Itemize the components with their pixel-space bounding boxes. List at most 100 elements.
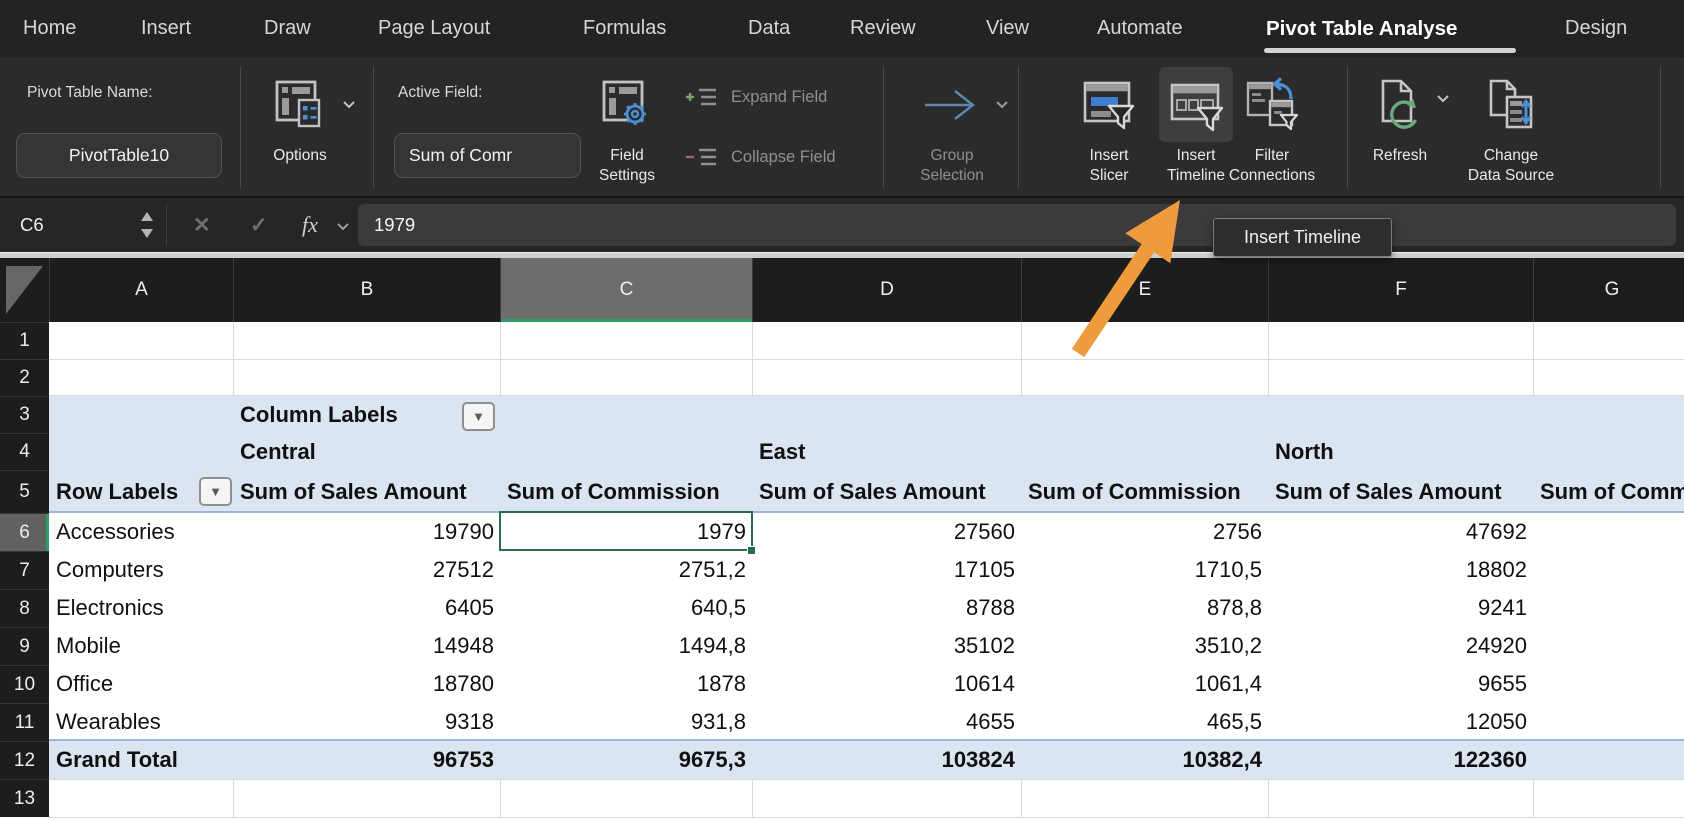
cell-F6[interactable]: 47692 [1268,513,1533,551]
cell-F4[interactable]: North [1268,433,1533,470]
active-field-box[interactable]: Sum of Comr [394,133,581,178]
cell-A9[interactable]: Mobile [49,627,233,665]
tab-review[interactable]: Review [850,0,916,57]
pivot-table-name-input[interactable]: PivotTable10 [16,133,222,178]
row-header-10[interactable]: 10 [0,665,49,703]
cell-B11[interactable]: 9318 [233,703,500,741]
cell-D8[interactable]: 8788 [752,589,1021,627]
tab-automate[interactable]: Automate [1097,0,1183,57]
enter-icon[interactable]: ✓ [250,198,268,252]
tab-design[interactable]: Design [1565,0,1627,57]
cell-E12[interactable]: 10382,4 [1021,741,1268,779]
cell-D5[interactable]: Sum of Sales Amount [752,470,1021,513]
cell-A12[interactable]: Grand Total [49,741,233,779]
tab-formulas[interactable]: Formulas [583,0,666,57]
chevron-down-icon[interactable] [336,222,350,231]
cell-D10[interactable]: 10614 [752,665,1021,703]
cell-E8[interactable]: 878,8 [1021,589,1268,627]
selected-cell-border[interactable] [499,511,753,551]
cell-E7[interactable]: 1710,5 [1021,551,1268,589]
cell-D9[interactable]: 35102 [752,627,1021,665]
tab-draw[interactable]: Draw [264,0,311,57]
tab-view[interactable]: View [986,0,1029,57]
cell-F8[interactable]: 9241 [1268,589,1533,627]
cell-C10[interactable]: 1878 [500,665,752,703]
cell-G5[interactable]: Sum of Commission [1533,470,1684,513]
cell-F9[interactable]: 24920 [1268,627,1533,665]
cell-C5[interactable]: Sum of Commission [500,470,752,513]
cancel-icon[interactable]: ✕ [193,198,211,252]
cell-E10[interactable]: 1061,4 [1021,665,1268,703]
options-button[interactable]: Options [256,64,344,166]
column-header-A[interactable]: A [49,258,233,322]
cell-A7[interactable]: Computers [49,551,233,589]
cell-D11[interactable]: 4655 [752,703,1021,741]
cell-D7[interactable]: 17105 [752,551,1021,589]
row-header-1[interactable]: 1 [0,322,49,359]
cell-B4[interactable]: Central [233,433,500,470]
row-header-8[interactable]: 8 [0,589,49,627]
fill-handle[interactable] [747,546,756,555]
column-header-C[interactable]: C [500,258,752,322]
name-box-spinner-down-icon[interactable] [141,229,153,238]
group-selection-button[interactable]: Group Selection [906,64,998,185]
cell-E5[interactable]: Sum of Commission [1021,470,1268,513]
cell-C7[interactable]: 2751,2 [500,551,752,589]
cell-C12[interactable]: 9675,3 [500,741,752,779]
formula-input[interactable]: 1979 [358,204,1676,246]
cell-B3[interactable]: Column Labels [233,396,500,433]
row-labels-filter-button[interactable]: ▼ [199,477,232,506]
row-header-5[interactable]: 5 [0,470,49,513]
filter-connections-button[interactable]: Filter Connections [1222,64,1322,185]
tab-data[interactable]: Data [748,0,790,57]
cell-B5[interactable]: Sum of Sales Amount [233,470,500,513]
cell-F5[interactable]: Sum of Sales Amount [1268,470,1533,513]
cell-F12[interactable]: 122360 [1268,741,1533,779]
column-header-D[interactable]: D [752,258,1021,322]
row-header-2[interactable]: 2 [0,359,49,396]
cell-B6[interactable]: 19790 [233,513,500,551]
row-header-12[interactable]: 12 [0,741,49,779]
cell-A10[interactable]: Office [49,665,233,703]
collapse-field-button[interactable]: Collapse Field [682,144,836,170]
cell-A6[interactable]: Accessories [49,513,233,551]
cell-E9[interactable]: 3510,2 [1021,627,1268,665]
refresh-button[interactable]: Refresh [1360,64,1440,166]
expand-field-button[interactable]: Expand Field [682,84,827,110]
change-data-source-button[interactable]: Change Data Source [1455,64,1567,185]
cell-C8[interactable]: 640,5 [500,589,752,627]
column-header-B[interactable]: B [233,258,500,322]
cell-D4[interactable]: East [752,433,1021,470]
cell-C9[interactable]: 1494,8 [500,627,752,665]
cell-B7[interactable]: 27512 [233,551,500,589]
cell-F10[interactable]: 9655 [1268,665,1533,703]
row-header-9[interactable]: 9 [0,627,49,665]
cell-A8[interactable]: Electronics [49,589,233,627]
column-header-F[interactable]: F [1268,258,1533,322]
row-header-7[interactable]: 7 [0,551,49,589]
column-labels-filter-button[interactable]: ▼ [462,402,495,431]
tab-insert[interactable]: Insert [141,0,191,57]
row-header-11[interactable]: 11 [0,703,49,741]
cell-E6[interactable]: 2756 [1021,513,1268,551]
cell-D6[interactable]: 27560 [752,513,1021,551]
insert-function-icon[interactable]: fx [302,198,318,252]
cell-F7[interactable]: 18802 [1268,551,1533,589]
cell-C11[interactable]: 931,8 [500,703,752,741]
cell-B12[interactable]: 96753 [233,741,500,779]
select-all-corner[interactable] [0,258,49,322]
field-settings-button[interactable]: Field Settings [588,64,666,185]
row-header-4[interactable]: 4 [0,433,49,470]
cell-E11[interactable]: 465,5 [1021,703,1268,741]
name-box[interactable]: C6 [20,198,44,252]
column-header-G[interactable]: G [1533,258,1684,322]
tab-page-layout[interactable]: Page Layout [378,0,490,57]
column-header-E[interactable]: E [1021,258,1268,322]
tab-home[interactable]: Home [23,0,76,57]
row-header-13[interactable]: 13 [0,779,49,817]
cell-D12[interactable]: 103824 [752,741,1021,779]
cell-B9[interactable]: 14948 [233,627,500,665]
cell-B8[interactable]: 6405 [233,589,500,627]
insert-slicer-button[interactable]: Insert Slicer [1070,64,1148,185]
row-header-6[interactable]: 6 [0,513,49,551]
